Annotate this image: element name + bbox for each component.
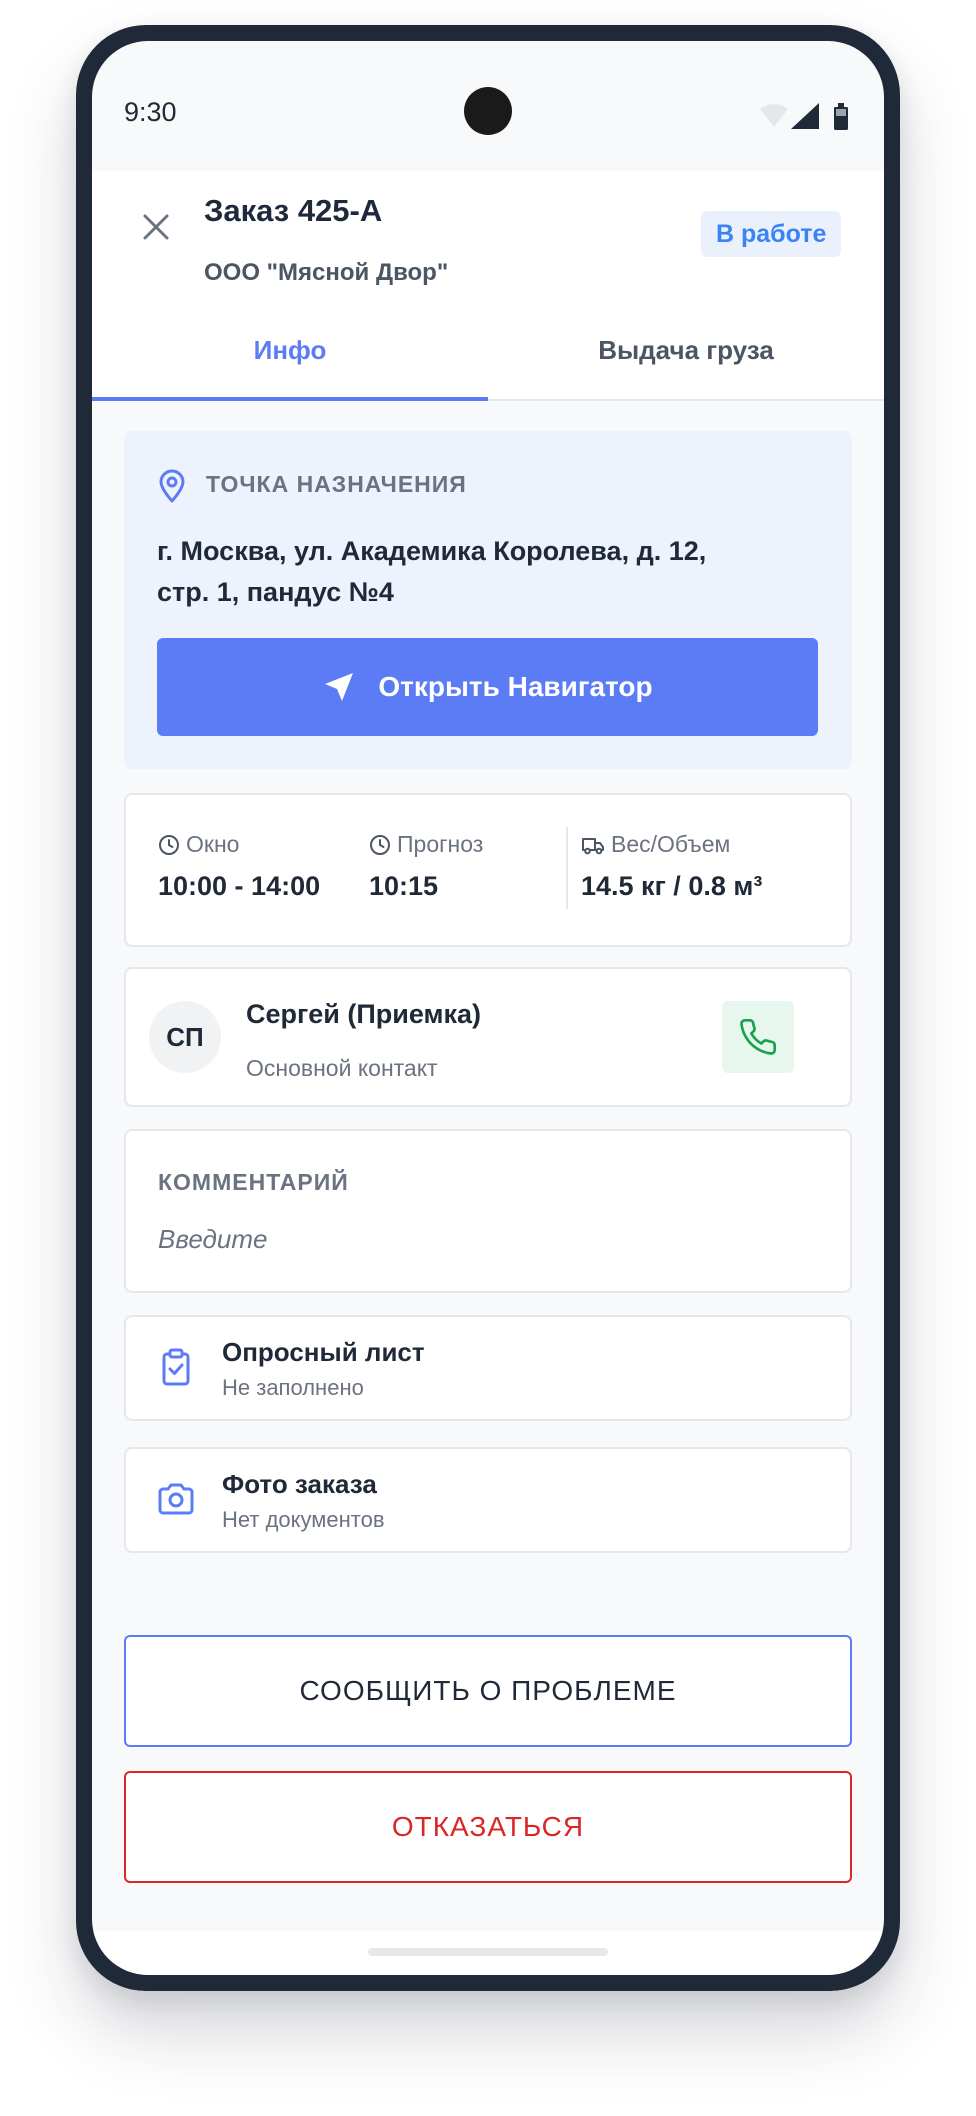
comment-label: КОММЕНТАРИЙ	[158, 1169, 349, 1195]
weight-volume-label: Вес/Объем	[581, 831, 730, 858]
tab-active-indicator	[92, 397, 488, 401]
questionnaire-status: Не заполнено	[222, 1375, 364, 1400]
destination-card: ТОЧКА НАЗНАЧЕНИЯ г. Москва, ул. Академик…	[124, 431, 852, 769]
contact-avatar: СП	[149, 1001, 221, 1073]
order-title: Заказ 425-А	[204, 193, 383, 228]
map-pin-icon	[159, 469, 185, 503]
navigation-arrow-icon	[325, 673, 354, 701]
destination-address: г. Москва, ул. Академика Королева, д. 12…	[157, 536, 707, 607]
comment-input[interactable]	[158, 1221, 808, 1257]
report-problem-button[interactable]: СООБЩИТЬ О ПРОБЛЕМЕ	[124, 1635, 852, 1747]
stats-divider	[566, 827, 568, 909]
truck-icon	[582, 837, 604, 854]
call-contact-button[interactable]	[722, 1001, 794, 1073]
weight-volume-value: 14.5 кг / 0.8 м³	[581, 871, 763, 901]
contact-role: Основной контакт	[246, 1055, 438, 1081]
contact-name: Сергей (Приемка)	[246, 999, 482, 1029]
questionnaire-title: Опросный лист	[222, 1337, 425, 1367]
order-photo-item[interactable]: Фото заказа Нет документов	[124, 1447, 852, 1553]
home-indicator[interactable]	[368, 1948, 608, 1956]
time-window-label: Окно	[158, 831, 239, 858]
clock-icon	[370, 834, 390, 855]
wifi-icon	[760, 104, 788, 127]
refuse-button[interactable]: ОТКАЗАТЬСЯ	[124, 1771, 852, 1883]
status-badge: В работе	[701, 211, 842, 257]
signal-icon	[791, 103, 819, 129]
order-photo-status: Нет документов	[222, 1507, 385, 1532]
order-client: ООО "Мясной Двор"	[204, 259, 449, 286]
order-header: Заказ 425-А ООО "Мясной Двор" В работе	[92, 171, 884, 303]
time-window-value: 10:00 - 14:00	[158, 871, 321, 901]
contact-card: СП Сергей (Приемка) Основной контакт	[124, 967, 852, 1107]
order-photo-title: Фото заказа	[222, 1469, 377, 1499]
eta-value: 10:15	[369, 871, 439, 901]
open-navigator-label: Открыть Навигатор	[378, 671, 653, 702]
camera-icon	[158, 1483, 194, 1515]
delivery-stats-card: Окно 10:00 - 14:00 Прогноз 10:15 Вес/Объ…	[124, 793, 852, 947]
status-icons	[760, 103, 848, 130]
destination-label: ТОЧКА НАЗНАЧЕНИЯ	[206, 471, 467, 497]
phone-icon	[740, 1018, 777, 1055]
comment-card: КОММЕНТАРИЙ	[124, 1129, 852, 1293]
clipboard-check-icon	[162, 1348, 190, 1386]
tab-bar: Инфо Выдача груза	[92, 301, 884, 401]
app-screen: 9:30 Заказ 425-А ООО "Мясной Двор" В раб…	[92, 41, 884, 1975]
close-icon	[143, 214, 169, 240]
questionnaire-item[interactable]: Опросный лист Не заполнено	[124, 1315, 852, 1421]
open-navigator-button[interactable]: Открыть Навигатор	[157, 638, 818, 736]
tab-info[interactable]: Инфо	[92, 301, 488, 399]
close-button[interactable]	[132, 203, 180, 251]
tab-cargo-delivery[interactable]: Выдача груза	[488, 301, 884, 399]
eta-label: Прогноз	[369, 831, 483, 858]
status-time: 9:30	[124, 97, 177, 127]
front-camera	[464, 87, 512, 135]
clock-icon	[159, 834, 179, 855]
phone-frame: 9:30 Заказ 425-А ООО "Мясной Двор" В раб…	[76, 25, 900, 1991]
